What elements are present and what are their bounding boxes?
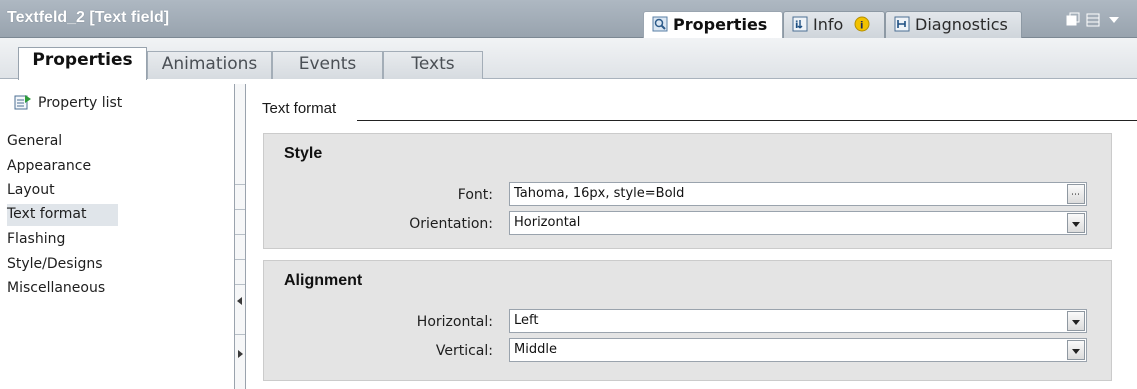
alignment-group-title: Alignment	[284, 272, 363, 289]
splitter-grip	[235, 334, 245, 335]
vertical-value: Middle	[514, 342, 557, 357]
expand-right-icon[interactable]	[238, 350, 243, 358]
chevron-down-icon	[1072, 222, 1080, 227]
diagnostics-icon	[894, 16, 910, 32]
svg-text:i: i	[795, 20, 798, 31]
tab-texts[interactable]: Texts	[383, 51, 483, 79]
tab-events[interactable]: Events	[272, 51, 383, 79]
sidebar-item-appearance[interactable]: Appearance	[7, 156, 127, 178]
collapse-left-icon[interactable]	[237, 297, 242, 305]
style-group: Style Font: Tahoma, 16px, style=Bold ⋯ O…	[263, 133, 1112, 249]
splitter-grip	[235, 184, 245, 185]
inspector-tab-properties[interactable]: Properties	[643, 11, 783, 38]
orientation-dropdown-button[interactable]	[1067, 213, 1085, 233]
splitter-grip	[235, 259, 245, 260]
sidebar-item-style-designs[interactable]: Style/Designs	[7, 254, 127, 276]
property-list-icon	[14, 94, 32, 110]
chevron-down-icon	[1072, 349, 1080, 354]
properties-icon	[652, 16, 668, 32]
inspector-tab-diagnostics[interactable]: Diagnostics	[885, 11, 1022, 38]
horizontal-value: Left	[514, 313, 539, 328]
float-window-icon[interactable]	[1066, 12, 1080, 26]
horizontal-dropdown-button[interactable]	[1067, 311, 1085, 331]
inspector-tab-properties-label: Properties	[673, 15, 768, 34]
alignment-group: Alignment Horizontal: Left Vertical: Mid…	[263, 260, 1112, 381]
font-value: Tahoma, 16px, style=Bold	[514, 186, 685, 201]
panel-splitter[interactable]	[234, 84, 246, 389]
tab-animations[interactable]: Animations	[147, 51, 272, 79]
sidebar-item-miscellaneous[interactable]: Miscellaneous	[7, 278, 127, 300]
style-group-title: Style	[284, 145, 323, 162]
font-field[interactable]: Tahoma, 16px, style=Bold ⋯	[509, 182, 1087, 206]
chevron-down-icon[interactable]	[1109, 17, 1119, 23]
sidebar-item-layout[interactable]: Layout	[7, 180, 127, 202]
section-title: Text format	[262, 100, 337, 117]
tab-bar: Properties Animations Events Texts	[0, 38, 1137, 80]
property-list-label: Property list	[38, 95, 123, 111]
window-controls	[1065, 12, 1131, 28]
font-label: Font:	[457, 187, 493, 203]
sidebar-item-text-format[interactable]: Text format	[7, 204, 118, 226]
layout-menu-icon[interactable]	[1086, 13, 1100, 27]
property-nav: Property list General Appearance Layout …	[0, 79, 235, 389]
property-list-header[interactable]: Property list	[14, 94, 122, 111]
svg-text:i: i	[860, 21, 863, 32]
info-badge-icon: i	[854, 16, 870, 32]
splitter-grip	[235, 209, 245, 210]
tab-properties[interactable]: Properties	[18, 47, 147, 80]
ellipsis-icon: ⋯	[1071, 190, 1080, 200]
info-icon: i	[792, 16, 808, 32]
inspector-tab-diagnostics-label: Diagnostics	[915, 15, 1008, 34]
font-picker-button[interactable]: ⋯	[1067, 184, 1085, 204]
horizontal-label: Horizontal:	[416, 314, 493, 330]
vertical-alignment-select[interactable]: Middle	[509, 338, 1087, 362]
splitter-grip	[235, 234, 245, 235]
sidebar-item-flashing[interactable]: Flashing	[7, 229, 127, 251]
chevron-down-icon	[1072, 320, 1080, 325]
splitter-grip	[235, 284, 245, 285]
orientation-value: Horizontal	[514, 215, 581, 230]
orientation-select[interactable]: Horizontal	[509, 211, 1087, 235]
inspector-tab-info-label: Info	[813, 15, 844, 34]
horizontal-alignment-select[interactable]: Left	[509, 309, 1087, 333]
section-divider	[357, 120, 1137, 121]
inspector-tab-info[interactable]: i Info i	[783, 11, 885, 38]
vertical-label: Vertical:	[435, 343, 493, 359]
window-title: Textfeld_2 [Text field]	[7, 9, 170, 26]
inspector-title-bar: Textfeld_2 [Text field] Properties i Inf…	[0, 0, 1137, 38]
orientation-label: Orientation:	[409, 216, 493, 232]
sidebar-item-general[interactable]: General	[7, 131, 127, 153]
vertical-dropdown-button[interactable]	[1067, 340, 1085, 360]
